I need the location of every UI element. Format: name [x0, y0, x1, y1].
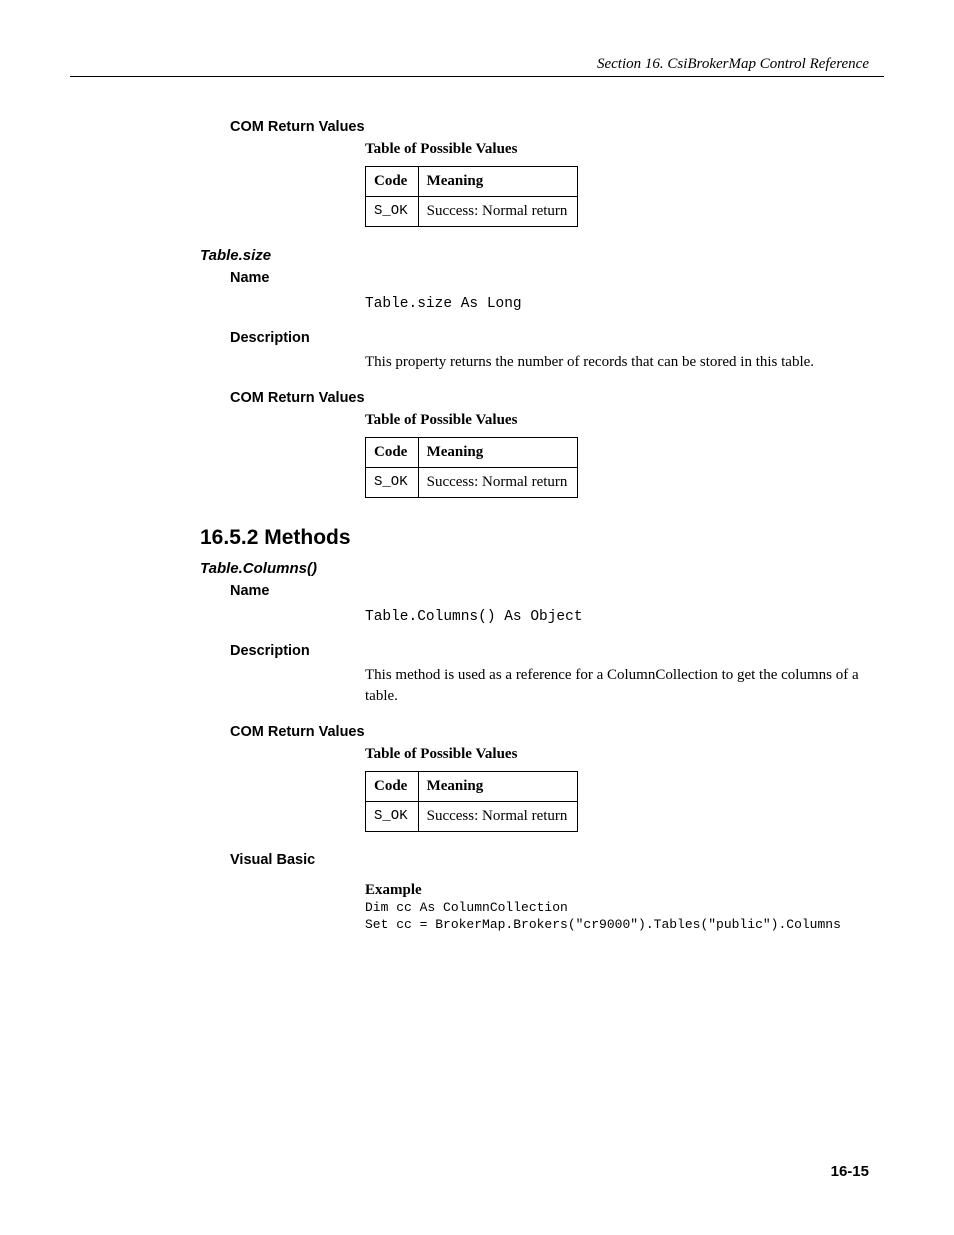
possible-values-table-3: Code Meaning S_OK Success: Normal return — [365, 771, 578, 832]
possible-values-table-2: Code Meaning S_OK Success: Normal return — [365, 437, 578, 498]
property-title-table-size: Table.size — [200, 247, 869, 264]
cell-code: S_OK — [366, 197, 419, 227]
method-title-table-columns: Table.Columns() — [200, 560, 869, 577]
section-heading-methods: 16.5.2 Methods — [200, 526, 869, 550]
cell-code: S_OK — [366, 468, 419, 498]
heading-visual-basic: Visual Basic — [230, 852, 869, 868]
table-row: S_OK Success: Normal return — [366, 197, 578, 227]
heading-com-return-values-1: COM Return Values — [230, 119, 869, 135]
page-number: 16-15 — [831, 1163, 869, 1180]
heading-com-return-values-2: COM Return Values — [230, 390, 869, 406]
cell-meaning: Success: Normal return — [418, 468, 578, 498]
th-code: Code — [366, 167, 419, 197]
heading-description-2: Description — [230, 643, 869, 659]
table-caption-3: Table of Possible Values — [365, 746, 869, 763]
heading-description-1: Description — [230, 330, 869, 346]
table-row: S_OK Success: Normal return — [366, 468, 578, 498]
example-code-line-1: Dim cc As ColumnCollection — [365, 899, 869, 917]
cell-code: S_OK — [366, 801, 419, 831]
possible-values-table-1: Code Meaning S_OK Success: Normal return — [365, 166, 578, 227]
th-code: Code — [366, 771, 419, 801]
cell-meaning: Success: Normal return — [418, 197, 578, 227]
example-label: Example — [365, 882, 869, 899]
signature-table-size: Table.size As Long — [365, 296, 869, 312]
description-text-2: This method is used as a reference for a… — [365, 665, 869, 706]
heading-com-return-values-3: COM Return Values — [230, 724, 869, 740]
signature-table-columns: Table.Columns() As Object — [365, 609, 869, 625]
th-meaning: Meaning — [418, 167, 578, 197]
heading-name-1: Name — [230, 270, 869, 286]
table-caption-2: Table of Possible Values — [365, 412, 869, 429]
cell-meaning: Success: Normal return — [418, 801, 578, 831]
running-header: Section 16. CsiBrokerMap Control Referen… — [70, 56, 884, 77]
description-text-1: This property returns the number of reco… — [365, 352, 869, 372]
th-meaning: Meaning — [418, 438, 578, 468]
table-caption-1: Table of Possible Values — [365, 141, 869, 158]
th-meaning: Meaning — [418, 771, 578, 801]
example-code-line-2: Set cc = BrokerMap.Brokers("cr9000").Tab… — [365, 916, 869, 934]
heading-name-2: Name — [230, 583, 869, 599]
table-row: S_OK Success: Normal return — [366, 801, 578, 831]
th-code: Code — [366, 438, 419, 468]
